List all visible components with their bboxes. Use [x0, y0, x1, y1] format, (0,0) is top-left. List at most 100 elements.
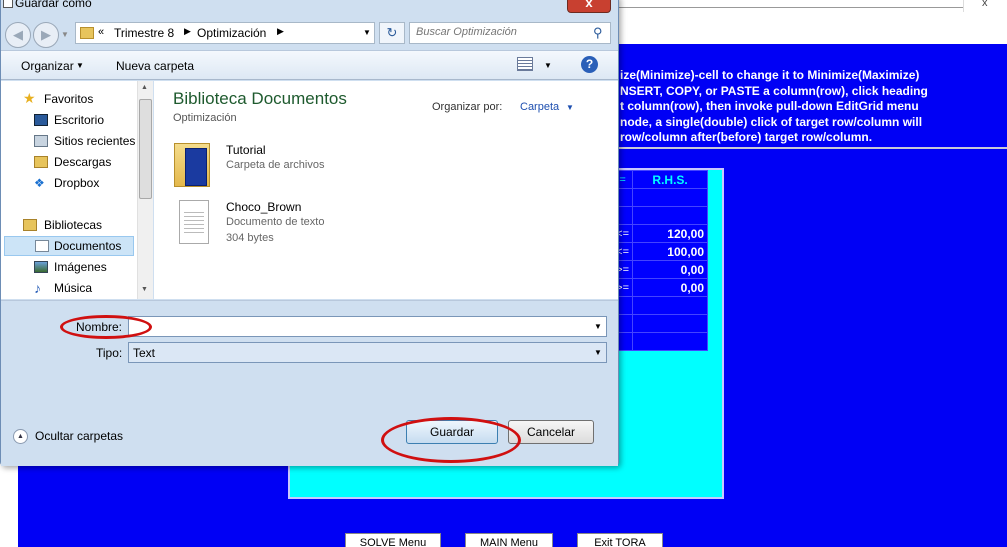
- close-icon: x: [585, 0, 593, 10]
- folder-icon: [174, 143, 210, 187]
- hide-folders-label: Ocultar carpetas: [35, 429, 124, 443]
- dialog-close-button[interactable]: x: [567, 0, 611, 13]
- file-type: Carpeta de archivos: [226, 159, 325, 171]
- background-app-close-button[interactable]: x: [963, 0, 1007, 12]
- search-box[interactable]: ⚲: [409, 22, 611, 44]
- history-dropdown-icon[interactable]: ▼: [61, 30, 69, 39]
- close-icon: x: [982, 0, 988, 9]
- search-input[interactable]: [416, 26, 586, 38]
- sidebar-item-label: Descargas: [54, 155, 112, 169]
- sidebar-item-label: Sitios recientes: [54, 134, 136, 148]
- downloads-icon: [34, 156, 48, 168]
- arrange-by-dropdown[interactable]: Carpeta: [520, 101, 559, 113]
- sidebar-item-bibliotecas[interactable]: Bibliotecas: [1, 215, 137, 235]
- organize-menu-button[interactable]: Organizar: [21, 59, 74, 73]
- sidebar-item-documentos[interactable]: Documentos: [4, 236, 134, 256]
- chevron-down-icon[interactable]: ▼: [544, 61, 552, 70]
- breadcrumb-item-optimizacion[interactable]: Optimización: [197, 26, 266, 40]
- text-document-icon: [179, 200, 209, 244]
- sidebar-item-escritorio[interactable]: Escritorio: [1, 110, 137, 130]
- grid-cell-rhs[interactable]: 0,00: [632, 278, 708, 297]
- sidebar-item-label: Música: [54, 281, 93, 295]
- sidebar-item-label: Imágenes: [54, 260, 107, 274]
- grid-cell-rhs[interactable]: [632, 206, 708, 225]
- sidebar-item-label: Bibliotecas: [44, 218, 103, 232]
- chevron-down-icon[interactable]: ▼: [594, 348, 602, 357]
- refresh-button[interactable]: ↻: [379, 22, 405, 44]
- grid-cell-rhs[interactable]: 0,00: [632, 260, 708, 279]
- chevron-down-icon[interactable]: ▼: [76, 61, 84, 70]
- instruction-line: ize(Minimize)-cell to change it to Minim…: [620, 68, 920, 82]
- sidebar-item-musica[interactable]: ♪ Música: [1, 278, 137, 298]
- annotation-circle-save: [381, 417, 521, 463]
- sidebar-item-label: Escritorio: [54, 113, 105, 127]
- file-name: Choco_Brown: [226, 200, 302, 214]
- library-title: Biblioteca Documentos: [173, 89, 347, 108]
- grid-cell-rhs[interactable]: 120,00: [632, 224, 708, 243]
- scroll-up-icon[interactable]: ▲: [141, 84, 148, 91]
- navigation-scrollbar[interactable]: ▲ ▼: [137, 81, 153, 299]
- filename-combobox[interactable]: ▼: [128, 316, 607, 337]
- folder-icon: [80, 27, 94, 39]
- scroll-down-icon[interactable]: ▼: [141, 286, 148, 293]
- constraints-grid: = R.H.S. <= 120,00 <= 100,00 >= 0,00 >= 0,00: [611, 170, 708, 351]
- window-icon: [3, 0, 13, 8]
- grid-cell-rhs[interactable]: [632, 188, 708, 207]
- breadcrumb-overflow[interactable]: «: [98, 26, 104, 38]
- breadcrumb-item-trimestre[interactable]: Trimestre 8: [114, 26, 174, 40]
- file-item-choco-brown[interactable]: Choco_Brown Documento de texto 304 bytes: [174, 200, 474, 248]
- exit-button[interactable]: Exit TORA: [577, 533, 663, 547]
- chevron-down-icon[interactable]: ▼: [566, 103, 574, 112]
- dialog-title: Guardar como: [15, 0, 92, 10]
- sidebar-item-dropbox[interactable]: ❖ Dropbox: [1, 173, 137, 193]
- sidebar-item-imagenes[interactable]: Imágenes: [1, 257, 137, 277]
- new-folder-button[interactable]: Nueva carpeta: [116, 59, 194, 73]
- chevron-up-icon: ▲: [13, 429, 28, 444]
- grid-cell-rhs[interactable]: 100,00: [632, 242, 708, 261]
- view-options-icon[interactable]: [517, 57, 533, 71]
- instruction-line: t column(row), then invoke pull-down Edi…: [620, 99, 919, 113]
- desktop-icon: [34, 114, 48, 126]
- navigation-pane: ★ Favoritos Escritorio Sitios recientes …: [1, 81, 153, 299]
- dropbox-icon: ❖: [34, 176, 45, 190]
- grid-cell-rhs[interactable]: [632, 296, 708, 315]
- solve-menu-button[interactable]: SOLVE Menu: [345, 533, 441, 547]
- forward-button[interactable]: ▶: [33, 22, 59, 48]
- arrow-left-icon: ◀: [13, 27, 23, 42]
- pictures-icon: [34, 261, 48, 273]
- grid-header-rhs[interactable]: R.H.S.: [632, 170, 708, 189]
- filetype-label: Tipo:: [96, 346, 123, 360]
- grid-cell-rhs[interactable]: [632, 314, 708, 333]
- file-type: Documento de texto: [226, 216, 325, 228]
- address-bar[interactable]: « Trimestre 8 ▶ Optimización ▶ ▼: [75, 22, 375, 44]
- sidebar-item-favoritos[interactable]: ★ Favoritos: [1, 89, 137, 109]
- music-icon: ♪: [34, 280, 41, 296]
- documents-icon: [35, 240, 49, 252]
- grid-cell-rhs[interactable]: [632, 332, 708, 351]
- filename-input[interactable]: [132, 319, 587, 333]
- chevron-right-icon[interactable]: ▶: [277, 26, 284, 37]
- chevron-right-icon[interactable]: ▶: [184, 26, 191, 37]
- star-icon: ★: [23, 90, 36, 106]
- libraries-icon: [23, 219, 37, 231]
- refresh-icon: ↻: [386, 25, 398, 40]
- sidebar-item-descargas[interactable]: Descargas: [1, 152, 137, 172]
- filetype-select[interactable]: Text ▼: [128, 342, 607, 363]
- scrollbar-thumb[interactable]: [139, 99, 152, 199]
- chevron-down-icon[interactable]: ▼: [594, 322, 602, 331]
- sidebar-item-sitios-recientes[interactable]: Sitios recientes: [1, 131, 137, 151]
- annotation-circle-filename: [60, 315, 152, 339]
- save-as-dialog: Guardar como x ◀ ▶ ▼ « Trimestre 8 ▶ Opt…: [0, 0, 619, 466]
- main-menu-button[interactable]: MAIN Menu: [465, 533, 553, 547]
- help-button[interactable]: ?: [581, 56, 598, 73]
- instructions-divider: [618, 147, 1007, 149]
- arrange-by-label: Organizar por:: [432, 101, 503, 113]
- file-item-tutorial[interactable]: Tutorial Carpeta de archivos: [174, 143, 474, 191]
- search-icon[interactable]: ⚲: [593, 25, 603, 41]
- back-button[interactable]: ◀: [5, 22, 31, 48]
- chevron-down-icon[interactable]: ▼: [363, 28, 371, 37]
- instruction-line: node, a single(double) click of target r…: [620, 114, 923, 129]
- sidebar-item-label: Favoritos: [44, 92, 94, 106]
- instruction-line: row/column after(before) target row/colu…: [620, 130, 873, 144]
- file-name: Tutorial: [226, 143, 266, 157]
